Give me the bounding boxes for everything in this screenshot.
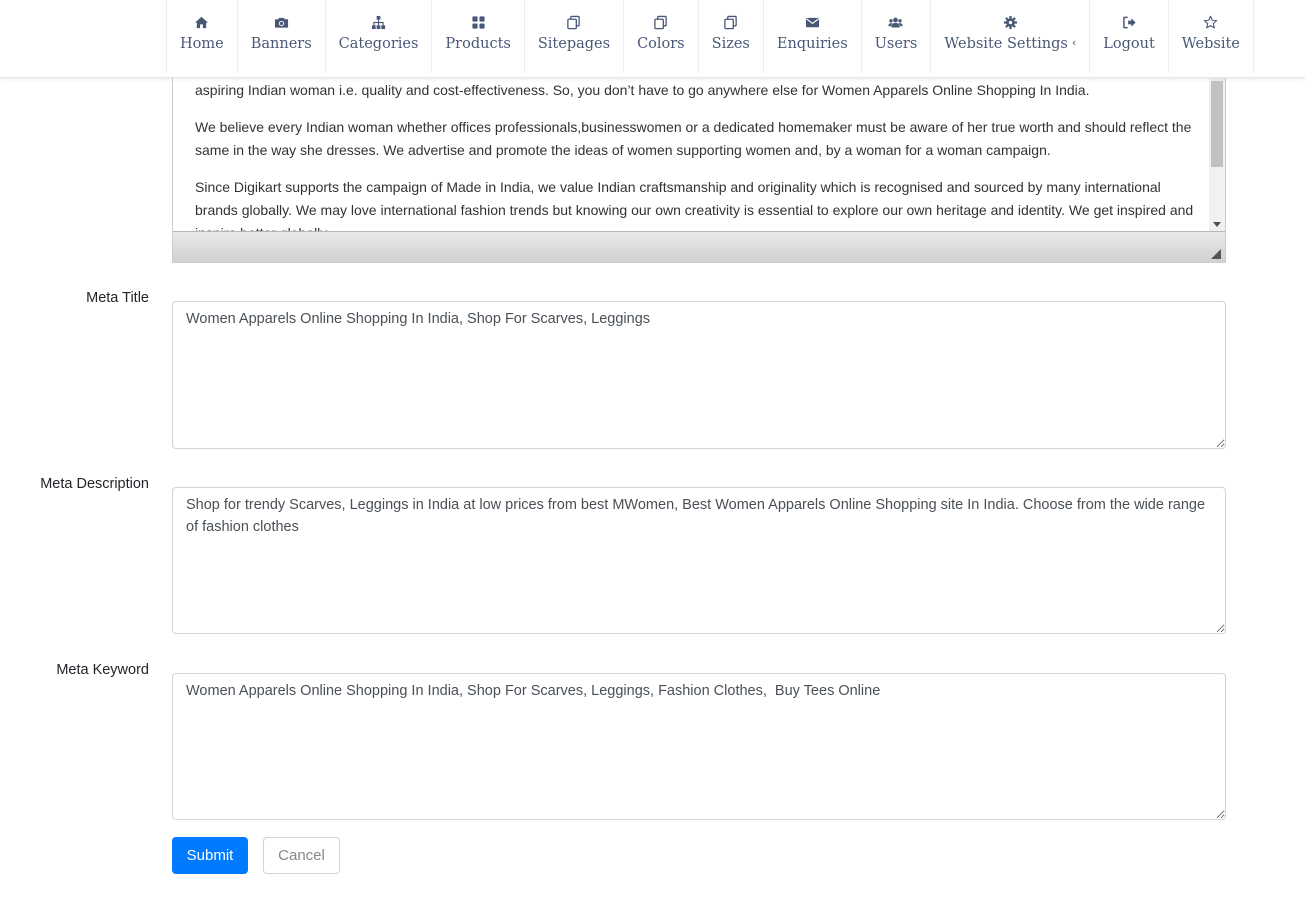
nav-label-text: Website Settings [944,36,1068,52]
nav-item-sizes[interactable]: Sizes [697,0,763,73]
submit-button[interactable]: Submit [172,837,248,874]
nav-label: Website Settings ‹ [944,36,1076,52]
editor-paragraph: We believe every Indian woman whether of… [195,119,1192,158]
editor-paragraph: aspiring Indian woman i.e. quality and c… [195,82,1090,98]
sitemap-icon [370,14,388,30]
nav-label: Enquiries [776,36,848,52]
nav-label: Logout [1103,36,1155,52]
editor-status-bar [173,231,1225,263]
nav-item-website[interactable]: Website [1167,0,1254,73]
users-icon [887,14,905,30]
grid-icon [469,14,487,30]
editor-content[interactable]: aspiring Indian woman i.e. quality and c… [173,77,1210,231]
editor-paragraph: Since Digikart supports the campaign of … [195,179,1194,231]
meta-title-field[interactable]: Women Apparels Online Shopping In India,… [172,301,1226,449]
nav-item-colors[interactable]: Colors [623,0,698,73]
copy-icon [565,14,583,30]
resize-grip-icon[interactable] [1211,249,1221,259]
meta-keyword-label: Meta Keyword [56,662,149,678]
meta-description-field[interactable]: Shop for trendy Scarves, Leggings in Ind… [172,487,1226,634]
nav-label: Home [180,36,224,52]
nav-item-sitepages[interactable]: Sitepages [523,0,623,73]
sign-out-icon [1120,14,1138,30]
nav-label: Website [1181,36,1240,52]
chevron-left-icon: ‹ [1071,36,1077,49]
scroll-down-arrow-icon[interactable] [1213,222,1221,227]
nav-label: Categories [338,36,419,52]
nav-label: Sizes [711,36,750,52]
nav-item-products[interactable]: Products [431,0,523,73]
meta-description-label: Meta Description [40,476,149,492]
nav-item-categories[interactable]: Categories [324,0,432,73]
meta-keyword-field[interactable]: Women Apparels Online Shopping In India,… [172,673,1226,820]
nav-item-enquiries[interactable]: Enquiries [762,0,861,73]
nav-item-users[interactable]: Users [860,0,931,73]
nav-item-home[interactable]: Home [166,0,237,73]
nav-label: Products [445,36,511,52]
copy-icon [722,14,740,30]
nav-item-website-settings[interactable]: Website Settings ‹ [930,0,1089,73]
nav-item-logout[interactable]: Logout [1089,0,1168,73]
top-navigation: Home Banners Categories Products Sitepag… [0,0,1305,78]
nav-item-banners[interactable]: Banners [236,0,325,73]
gear-icon [1001,14,1019,30]
nav-label: Colors [637,36,685,52]
camera-icon [272,14,290,30]
nav-label: Users [874,36,918,52]
nav-list: Home Banners Categories Products Sitepag… [166,0,1254,73]
envelope-icon [803,14,821,30]
nav-label: Sitepages [537,36,611,52]
description-editor[interactable]: aspiring Indian woman i.e. quality and c… [172,77,1226,263]
cancel-button[interactable]: Cancel [263,837,340,874]
star-icon [1202,14,1220,30]
home-icon [193,14,211,30]
nav-label: Banners [250,36,312,52]
meta-title-label: Meta Title [86,290,149,306]
editor-scrollbar-thumb[interactable] [1211,81,1223,167]
editor-scrollbar[interactable] [1209,77,1225,231]
copy-icon [652,14,670,30]
